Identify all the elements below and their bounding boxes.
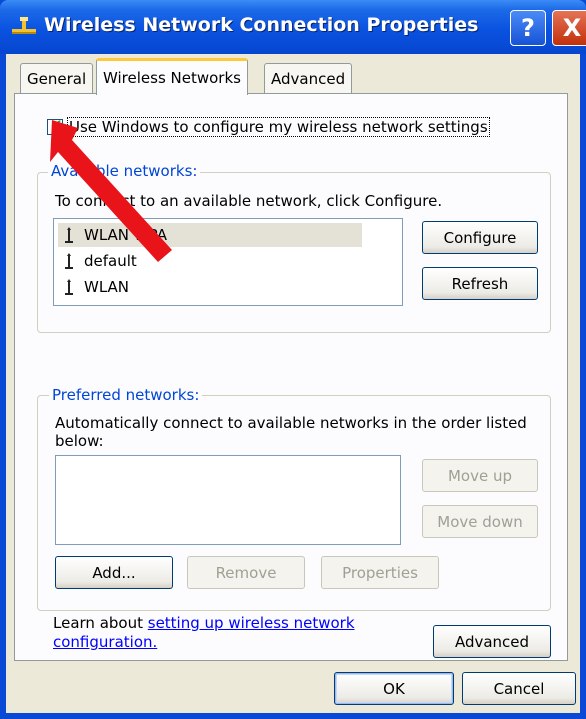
close-button[interactable]: X — [552, 10, 586, 46]
title-bar[interactable]: Wireless Network Connection Properties ?… — [0, 0, 586, 54]
network-item[interactable]: WLAN WPA — [58, 223, 362, 247]
network-name: WLAN — [84, 278, 130, 296]
refresh-button[interactable]: Refresh — [422, 267, 538, 300]
tab-general[interactable]: General — [20, 63, 94, 93]
network-item[interactable]: default — [58, 249, 362, 273]
network-item[interactable]: WLAN — [58, 275, 362, 299]
use-windows-checkbox[interactable]: ✔ — [47, 116, 63, 135]
learn-about-prefix: Learn about — [53, 614, 148, 632]
antenna-icon — [65, 253, 73, 269]
tab-wireless-networks[interactable]: Wireless Networks — [96, 58, 248, 95]
available-instruction: To connect to an available network, clic… — [55, 192, 443, 210]
add-button[interactable]: Add... — [55, 556, 173, 589]
preferred-networks-list[interactable] — [55, 455, 401, 545]
preferred-networks-legend: Preferred networks: — [49, 386, 203, 404]
help-button[interactable]: ? — [510, 10, 546, 46]
move-down-button[interactable]: Move down — [422, 505, 538, 538]
learn-link-line1[interactable]: setting up wireless network — [148, 614, 355, 632]
ok-button[interactable]: OK — [334, 672, 454, 705]
checkmark-icon: ✔ — [50, 116, 63, 134]
use-windows-label[interactable]: Use Windows to configure my wireless net… — [67, 117, 490, 137]
antenna-icon — [65, 227, 73, 243]
preferred-instruction-line1: Automatically connect to available netwo… — [55, 414, 527, 432]
learn-link-line2[interactable]: configuration. — [53, 633, 157, 651]
antenna-icon — [65, 279, 73, 295]
available-networks-legend: Available networks: — [48, 162, 201, 180]
window-title: Wireless Network Connection Properties — [44, 14, 479, 36]
properties-button[interactable]: Properties — [321, 556, 439, 589]
preferred-instruction-line2: below: — [55, 432, 104, 450]
advanced-button[interactable]: Advanced — [433, 625, 551, 658]
network-name: WLAN WPA — [84, 226, 167, 244]
dialog-body: General Wireless Networks Advanced ✔ Use… — [6, 54, 580, 713]
available-networks-list[interactable]: WLAN WPA default WLAN — [53, 218, 403, 306]
tab-panel: ✔ Use Windows to configure my wireless n… — [14, 93, 568, 661]
learn-about-text: Learn about setting up wireless network … — [53, 614, 355, 652]
network-connection-icon — [12, 17, 36, 34]
cancel-button[interactable]: Cancel — [462, 672, 576, 705]
configure-button[interactable]: Configure — [422, 221, 538, 254]
tab-advanced[interactable]: Advanced — [264, 63, 353, 93]
remove-button[interactable]: Remove — [187, 556, 305, 589]
move-up-button[interactable]: Move up — [422, 459, 538, 492]
network-name: default — [84, 252, 137, 270]
